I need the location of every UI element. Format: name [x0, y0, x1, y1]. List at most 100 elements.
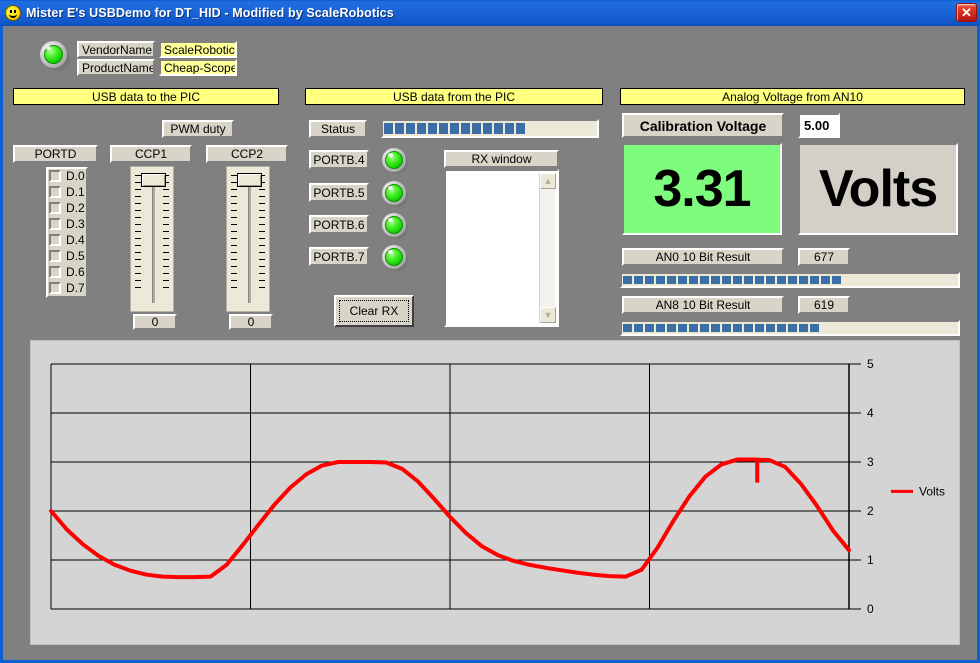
calibration-voltage-input[interactable]: 5.00: [798, 113, 840, 138]
progress-segment: [700, 276, 709, 284]
portb7-led: [382, 245, 408, 271]
ccp1-slider-ticks-right: [163, 175, 169, 305]
progress-segment: [722, 324, 731, 332]
voltage-chart: 012345Volts: [31, 341, 961, 646]
checkbox-d6-label: D.6: [66, 265, 85, 279]
checkbox-d3-label: D.3: [66, 217, 85, 231]
scroll-up-icon[interactable]: ▲: [540, 173, 556, 189]
portb4-led: [382, 148, 408, 174]
checkbox-d4-label: D.4: [66, 233, 85, 247]
progress-segment: [667, 276, 676, 284]
an0-result-value: 677: [798, 248, 850, 266]
progress-segment: [711, 324, 720, 332]
checkbox-d1-label: D.1: [66, 185, 85, 199]
checkbox-d0[interactable]: D.0: [49, 169, 85, 183]
checkbox-d0-box[interactable]: [49, 170, 61, 182]
rx-window-scrollbar[interactable]: ▲ ▼: [539, 173, 555, 323]
progress-segment: [678, 324, 687, 332]
ccp2-slider[interactable]: [226, 166, 270, 312]
ccp2-slider-track[interactable]: [248, 181, 251, 303]
checkbox-d1-box[interactable]: [49, 186, 61, 198]
checkbox-d2[interactable]: D.2: [49, 201, 85, 215]
chart-legend-label: Volts: [919, 484, 945, 498]
an8-result-value: 619: [798, 296, 850, 314]
progress-segment: [755, 324, 764, 332]
ccp2-label: CCP2: [206, 145, 288, 163]
progress-segment: [766, 276, 775, 284]
product-name-value: Cheap-Scope: [159, 59, 237, 76]
checkbox-d0-label: D.0: [66, 169, 85, 183]
progress-segment: [395, 123, 404, 134]
status-label: Status: [309, 120, 367, 138]
progress-segment: [733, 276, 742, 284]
checkbox-d4[interactable]: D.4: [49, 233, 85, 247]
close-button[interactable]: ✕: [956, 3, 977, 22]
progress-segment: [428, 123, 437, 134]
progress-segment: [700, 324, 709, 332]
tx-panel-header: USB data to the PIC: [13, 88, 279, 105]
voltage-unit-label: Volts: [798, 143, 958, 235]
portd-label: PORTD: [13, 145, 98, 163]
chart-panel: 012345Volts: [30, 340, 960, 645]
checkbox-d3-box[interactable]: [49, 218, 61, 230]
progress-segment: [678, 276, 687, 284]
ccp1-slider-track[interactable]: [152, 181, 155, 303]
ccp1-value: 0: [133, 314, 177, 330]
chart-y-tick-label: 4: [867, 406, 874, 420]
checkbox-d7[interactable]: D.7: [49, 281, 85, 295]
portb6-label: PORTB.6: [309, 215, 369, 234]
checkbox-d3[interactable]: D.3: [49, 217, 85, 231]
an8-progress-bar: [620, 320, 960, 336]
product-name-label: ProductName:: [77, 59, 155, 76]
an8-result-label: AN8 10 Bit Result: [622, 296, 784, 314]
checkbox-d6-box[interactable]: [49, 266, 61, 278]
checkbox-d6[interactable]: D.6: [49, 265, 85, 279]
clear-rx-button[interactable]: Clear RX: [334, 295, 414, 327]
clear-rx-button-label: Clear RX: [339, 300, 409, 322]
progress-segment: [755, 276, 764, 284]
scroll-down-icon[interactable]: ▼: [540, 307, 556, 323]
progress-segment: [623, 324, 632, 332]
progress-segment: [744, 276, 753, 284]
ccp1-slider-ticks-left: [135, 175, 141, 305]
ccp2-slider-ticks-left: [231, 175, 237, 305]
connection-led: [40, 41, 70, 71]
an0-progress-bar: [620, 272, 960, 288]
ccp1-slider[interactable]: [130, 166, 174, 312]
smiley-icon: [5, 5, 21, 21]
progress-segment: [384, 123, 393, 134]
chart-y-tick-label: 3: [867, 455, 874, 469]
checkbox-d4-box[interactable]: [49, 234, 61, 246]
progress-segment: [689, 324, 698, 332]
ccp2-slider-thumb[interactable]: [237, 173, 262, 187]
checkbox-d2-label: D.2: [66, 201, 85, 215]
progress-segment: [788, 276, 797, 284]
progress-segment: [483, 123, 492, 134]
checkbox-d5-box[interactable]: [49, 250, 61, 262]
progress-segment: [439, 123, 448, 134]
progress-segment: [656, 276, 665, 284]
vendor-name-label: VendorName:: [77, 41, 155, 58]
portb5-led: [382, 181, 408, 207]
checkbox-d7-box[interactable]: [49, 282, 61, 294]
calibration-voltage-label: Calibration Voltage: [622, 113, 784, 138]
title-bar: Mister E's USBDemo for DT_HID - Modified…: [0, 0, 980, 26]
checkbox-d2-box[interactable]: [49, 202, 61, 214]
portb5-label: PORTB.5: [309, 183, 369, 202]
checkbox-d5[interactable]: D.5: [49, 249, 85, 263]
ccp1-slider-thumb[interactable]: [141, 173, 166, 187]
chart-y-tick-label: 5: [867, 357, 874, 371]
progress-segment: [744, 324, 753, 332]
progress-segment: [505, 123, 514, 134]
progress-segment: [799, 276, 808, 284]
rx-window-textbox[interactable]: ▲ ▼: [444, 169, 559, 327]
progress-segment: [733, 324, 742, 332]
checkbox-d7-label: D.7: [66, 281, 85, 295]
progress-segment: [667, 324, 676, 332]
checkbox-d1[interactable]: D.1: [49, 185, 85, 199]
pwm-duty-label: PWM duty: [162, 120, 234, 138]
progress-segment: [788, 324, 797, 332]
vendor-name-value: ScaleRobotics: [159, 41, 237, 58]
progress-segment: [623, 276, 632, 284]
chart-y-tick-label: 0: [867, 602, 874, 616]
